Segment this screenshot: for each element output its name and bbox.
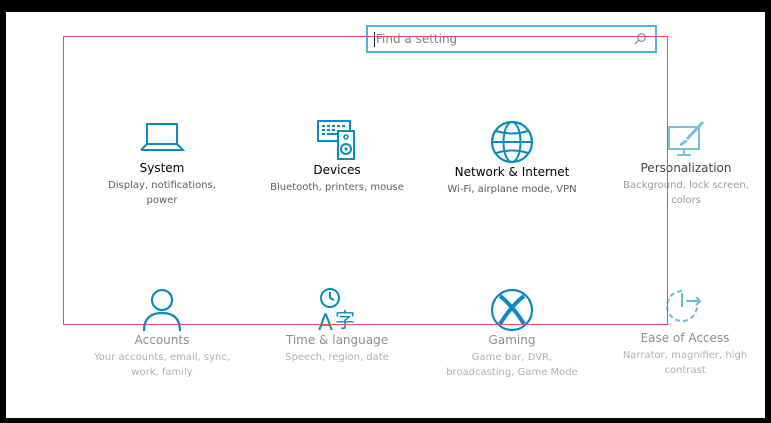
- tile-personalization[interactable]: Personalization Background, lock screen,…: [616, 119, 756, 208]
- tile-description: Narrator, magnifier, high contrast: [622, 350, 748, 376]
- tile-description: Background, lock screen, colors: [623, 180, 749, 206]
- tile-title: System: [139, 161, 185, 175]
- svg-text:A: A: [318, 311, 333, 333]
- search-icon[interactable]: [633, 32, 647, 46]
- settings-window: System Display, notifications, power Dev…: [6, 12, 765, 418]
- tile-description: Game bar, DVR, broadcasting, Game Mode: [446, 352, 578, 378]
- tile-description: Display, notifications, power: [108, 180, 216, 206]
- tile-description: Wi-Fi, airplane mode, VPN: [447, 184, 577, 195]
- tile-gaming[interactable]: Gaming Game bar, DVR, broadcasting, Game…: [437, 287, 587, 380]
- tile-network-internet[interactable]: Network & Internet Wi-Fi, airplane mode,…: [437, 119, 587, 197]
- tile-ease-of-access[interactable]: Ease of Access Narrator, magnifier, high…: [610, 287, 760, 378]
- tile-time-language[interactable]: A 字 Time & language Speech, region, date: [272, 287, 402, 365]
- devices-icon: [317, 120, 355, 160]
- tile-title: Time & language: [285, 333, 389, 347]
- tile-title: Accounts: [134, 333, 190, 347]
- tile-description: Speech, region, date: [285, 352, 389, 363]
- search-input[interactable]: [376, 32, 633, 46]
- time-language-icon: A 字: [318, 288, 355, 333]
- tile-description: Bluetooth, printers, mouse: [270, 182, 404, 193]
- search-box[interactable]: [366, 25, 657, 53]
- tile-system[interactable]: System Display, notifications, power: [97, 119, 227, 208]
- tile-title: Gaming: [488, 333, 536, 347]
- laptop-icon: [140, 123, 185, 151]
- tile-devices[interactable]: Devices Bluetooth, printers, mouse: [267, 119, 407, 195]
- paint-icon: [668, 120, 705, 156]
- text-cursor: [374, 31, 375, 47]
- svg-text:字: 字: [335, 308, 355, 332]
- tile-title: Network & Internet: [454, 165, 570, 179]
- tile-description: Your accounts, email, sync, work, family: [93, 352, 230, 378]
- ease-of-access-icon: [666, 290, 702, 322]
- tile-title: Ease of Access: [640, 331, 730, 345]
- tile-title: Devices: [313, 163, 361, 177]
- xbox-icon: [490, 288, 534, 332]
- tile-accounts[interactable]: Accounts Your accounts, email, sync, wor…: [92, 287, 232, 380]
- tile-title: Personalization: [640, 161, 732, 175]
- globe-icon: [490, 120, 534, 164]
- person-icon: [142, 288, 182, 332]
